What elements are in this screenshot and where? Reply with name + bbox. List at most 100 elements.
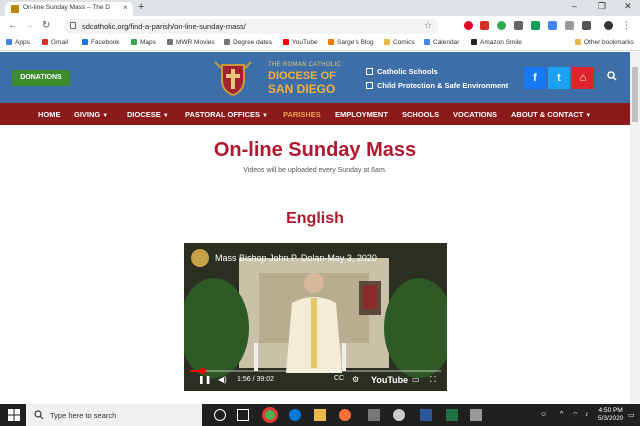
fullscreen-icon[interactable]: ⛶ xyxy=(430,375,436,385)
site-favicon-icon xyxy=(11,5,19,13)
facebook-icon[interactable]: f xyxy=(524,67,546,89)
volume-icon[interactable]: ♪ xyxy=(585,411,589,418)
external-link-icon xyxy=(366,82,373,89)
extension-icon[interactable] xyxy=(565,21,574,30)
bookmark-calendar[interactable]: Calendar xyxy=(424,39,459,46)
settings-gear-icon[interactable]: ⚙ xyxy=(352,375,359,384)
child-protection-link[interactable]: Child Protection & Safe Environment xyxy=(366,81,508,90)
new-tab-button[interactable]: + xyxy=(138,1,144,13)
page-scrollbar[interactable] xyxy=(630,52,640,404)
forward-icon[interactable]: → xyxy=(24,20,34,31)
network-icon[interactable]: ⌔ xyxy=(572,411,579,420)
tab-close-icon[interactable]: × xyxy=(123,3,128,12)
extension-icon[interactable] xyxy=(480,21,489,30)
windows-taskbar: Type here to search ☺ ^ ⌔ ♪ 4:50 PM 5/3/… xyxy=(0,404,640,426)
extension-icon[interactable] xyxy=(497,21,506,30)
video-title[interactable]: Mass Bishop John P. Dolan-May 3, 2020 xyxy=(215,253,377,263)
address-bar[interactable]: sdcatholic.org/find-a-parish/on-line-sun… xyxy=(64,19,439,34)
video-player[interactable]: Mass Bishop John P. Dolan-May 3, 2020 ❚❚… xyxy=(184,243,447,391)
menu-item-diocese[interactable]: DIOCESE ▼ xyxy=(127,110,169,119)
firefox-icon[interactable] xyxy=(339,409,351,421)
site-header: DONATIONS THE ROMAN CATHOLIC DIOCESE OF … xyxy=(0,52,630,103)
scrollbar-thumb[interactable] xyxy=(632,67,638,122)
globe-icon xyxy=(167,39,173,45)
bookmark-star-icon[interactable]: ☆ xyxy=(424,20,432,31)
bookmark-other[interactable]: Other bookmarks xyxy=(575,39,634,46)
gmail-icon xyxy=(42,39,48,45)
donations-button[interactable]: DONATIONS xyxy=(12,70,70,86)
bookmark-amazon-smile[interactable]: Amazon Smile xyxy=(471,39,522,46)
menu-item-pastoral-offices[interactable]: PASTORAL OFFICES ▼ xyxy=(185,110,268,119)
youtube-logo[interactable]: YouTube xyxy=(371,375,408,385)
volume-icon[interactable]: ◀) xyxy=(218,375,227,384)
menu-item-about-contact[interactable]: ABOUT & CONTACT ▼ xyxy=(511,110,591,119)
chevron-down-icon: ▼ xyxy=(102,113,109,119)
catholic-schools-link[interactable]: Catholic Schools xyxy=(366,67,438,76)
bookmark-facebook[interactable]: Facebook xyxy=(82,39,120,46)
browser-tab[interactable]: On-line Sunday Mass – The D × xyxy=(5,2,133,16)
extension-icon[interactable] xyxy=(548,21,557,30)
menu-item-employment[interactable]: EMPLOYMENT xyxy=(335,110,388,119)
app-icon[interactable] xyxy=(470,409,482,421)
taskbar-search[interactable]: Type here to search xyxy=(26,404,202,426)
youtube-icon xyxy=(283,39,289,45)
bookmark-comics[interactable]: Comics xyxy=(384,39,415,46)
tab-strip: On-line Sunday Mass – The D × + – ❐ ✕ xyxy=(0,0,640,16)
menu-item-schools[interactable]: SCHOOLS xyxy=(402,110,439,119)
menu-item-giving[interactable]: GIVING ▼ xyxy=(74,110,108,119)
cast-icon[interactable]: ▭ xyxy=(412,375,420,384)
bookmark-sarges-blog[interactable]: Sarge's Blog xyxy=(328,39,374,46)
extension-icon[interactable] xyxy=(531,21,540,30)
notifications-icon[interactable]: ▭ xyxy=(628,411,635,419)
chevron-up-icon[interactable]: ^ xyxy=(560,411,563,418)
channel-avatar[interactable] xyxy=(191,249,209,267)
lock-icon[interactable]: ⌂ xyxy=(572,67,594,89)
bookmark-apps[interactable]: Apps xyxy=(6,39,30,46)
logo-line1: DIOCESE OF xyxy=(268,70,336,82)
cortana-icon[interactable] xyxy=(214,409,226,421)
video-progress-bar[interactable] xyxy=(190,368,441,374)
pause-icon[interactable]: ❚❚ xyxy=(198,375,211,384)
bookmark-mwr-movies[interactable]: MWR Movies xyxy=(167,39,215,46)
menu-item-home[interactable]: HOME xyxy=(38,110,61,119)
facebook-icon xyxy=(82,39,88,45)
minimize-icon[interactable]: – xyxy=(572,1,577,11)
clock-time: 4:50 PM xyxy=(598,407,623,414)
extension-icon[interactable] xyxy=(514,21,523,30)
section-heading: English xyxy=(286,210,344,227)
windows-start-icon[interactable] xyxy=(8,409,20,421)
amazon-icon xyxy=(471,39,477,45)
bookmark-youtube[interactable]: YouTube xyxy=(283,39,318,46)
back-icon[interactable]: ← xyxy=(8,20,18,31)
calculator-icon[interactable] xyxy=(368,409,380,421)
bookmark-gmail[interactable]: Gmail xyxy=(42,39,68,46)
menu-item-parishes[interactable]: PARISHES xyxy=(283,110,321,119)
edge-icon[interactable] xyxy=(289,409,301,421)
people-icon[interactable]: ☺ xyxy=(540,411,547,418)
task-view-icon[interactable] xyxy=(237,409,249,421)
search-icon[interactable] xyxy=(607,71,617,81)
captions-icon[interactable]: CC xyxy=(334,375,344,382)
page-subtitle: Videos will be uploaded every Sunday at … xyxy=(243,167,387,174)
video-scrubber-handle[interactable] xyxy=(199,368,206,374)
profile-avatar[interactable] xyxy=(604,21,613,30)
bookmark-degree-dates[interactable]: Degree dates xyxy=(224,39,272,46)
taskbar-clock[interactable]: 4:50 PM 5/3/2020 xyxy=(598,407,623,423)
maximize-icon[interactable]: ❐ xyxy=(598,1,606,12)
menu-item-vocations[interactable]: VOCATIONS xyxy=(453,110,497,119)
video-frame xyxy=(184,243,447,391)
chrome-taskbar-icon[interactable] xyxy=(262,407,278,423)
pinterest-extension-icon[interactable] xyxy=(464,21,473,30)
extension-icon[interactable] xyxy=(582,21,591,30)
excel-icon[interactable] xyxy=(446,409,458,421)
globe-icon xyxy=(224,39,230,45)
twitter-icon[interactable]: t xyxy=(548,67,570,89)
file-explorer-icon[interactable] xyxy=(314,409,326,421)
reload-icon[interactable]: ↻ xyxy=(42,20,50,31)
diocese-crest-icon[interactable] xyxy=(213,58,253,98)
chrome-menu-icon[interactable]: ⋮ xyxy=(622,20,631,31)
word-icon[interactable] xyxy=(420,409,432,421)
close-window-icon[interactable]: ✕ xyxy=(624,1,632,12)
bookmark-maps[interactable]: Maps xyxy=(131,39,156,46)
app-icon[interactable] xyxy=(393,409,405,421)
